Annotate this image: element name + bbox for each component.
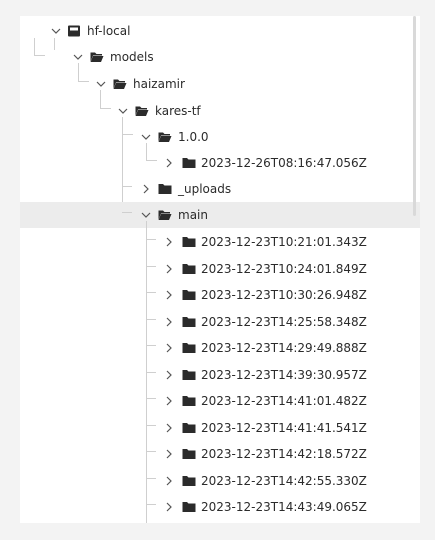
tree-node-label: 2023-12-23T14:41:41.541Z — [201, 421, 367, 435]
tree-node-hf-local[interactable]: hf-local — [20, 18, 420, 44]
tree-node-kares-tf[interactable]: kares-tf — [20, 90, 420, 124]
tree-node-label: haizamir — [133, 77, 185, 91]
tree-node-label: 2023-12-26T08:16:47.056Z — [201, 156, 367, 170]
folder-icon — [158, 184, 172, 194]
scrollbar-thumb[interactable] — [413, 16, 416, 216]
folder-open-icon — [135, 106, 149, 116]
chevron-right-icon[interactable] — [163, 236, 175, 248]
tree-node-label: 2023-12-23T14:41:01.482Z — [201, 394, 367, 408]
tree-node-main-child[interactable]: 2023-12-23T14:29:49.888Z — [20, 335, 420, 361]
tree-node-main-child[interactable]: 2023-12-23T10:24:01.849Z — [20, 256, 420, 282]
tree-node-label: 2023-12-23T14:39:30.957Z — [201, 368, 367, 382]
chevron-right-icon[interactable] — [163, 395, 175, 407]
tree-node-label: 2023-12-23T14:29:49.888Z — [201, 341, 367, 355]
file-tree-panel: hf-local models haizamir kares-tf 1.0.0 … — [20, 16, 420, 523]
tree-node-main-child[interactable]: 2023-12-23T14:42:55.330Z — [20, 468, 420, 494]
tree-node-label: 2023-12-23T14:25:58.348Z — [201, 315, 367, 329]
tree-node-label: 2023-12-23T10:30:26.948Z — [201, 288, 367, 302]
tree-node-main-child[interactable]: 2023-12-23T10:21:01.343Z — [20, 229, 420, 255]
folder-icon — [182, 317, 196, 327]
folder-icon — [182, 343, 196, 353]
file-tree: hf-local models haizamir kares-tf 1.0.0 … — [20, 16, 420, 523]
tree-node-label: hf-local — [87, 24, 131, 38]
tree-node-haizamir[interactable]: haizamir — [20, 63, 420, 97]
tree-node-main-child[interactable]: 2023-12-23T14:41:41.541Z — [20, 415, 420, 441]
folder-icon — [182, 370, 196, 380]
folder-icon — [182, 290, 196, 300]
folder-open-icon — [90, 52, 104, 62]
chevron-down-icon[interactable] — [117, 105, 129, 117]
chevron-right-icon[interactable] — [163, 289, 175, 301]
tree-node-label: kares-tf — [155, 104, 201, 118]
tree-node-label: _uploads — [178, 182, 232, 196]
chevron-right-icon[interactable] — [163, 263, 175, 275]
drive-icon — [68, 25, 80, 37]
tree-node-label: 2023-12-23T10:24:01.849Z — [201, 262, 367, 276]
tree-node-label: 2023-12-23T14:42:55.330Z — [201, 474, 367, 488]
folder-icon — [182, 449, 196, 459]
tree-node-uploads[interactable]: _uploads — [20, 176, 420, 202]
chevron-right-icon[interactable] — [163, 157, 175, 169]
tree-node-label: models — [110, 50, 154, 64]
chevron-right-icon[interactable] — [163, 501, 175, 513]
chevron-down-icon[interactable] — [140, 131, 152, 143]
chevron-right-icon[interactable] — [163, 422, 175, 434]
folder-open-icon — [158, 132, 172, 142]
folder-icon — [182, 158, 196, 168]
folder-open-icon — [113, 79, 127, 89]
chevron-right-icon[interactable] — [140, 183, 152, 195]
tree-node-main-child[interactable]: 2023-12-23T14:25:58.348Z — [20, 309, 420, 335]
tree-node-label: 2023-12-23T10:21:01.343Z — [201, 235, 367, 249]
tree-node-main[interactable]: main — [20, 202, 420, 228]
tree-node-main-child[interactable]: 2023-12-23T14:39:30.957Z — [20, 362, 420, 388]
tree-node-label: 2023-12-23T14:43:49.065Z — [201, 500, 367, 514]
folder-icon — [182, 396, 196, 406]
folder-icon — [182, 476, 196, 486]
chevron-down-icon[interactable] — [95, 78, 107, 90]
folder-icon — [182, 264, 196, 274]
tree-node-main-child[interactable]: 2023-12-23T14:43:49.065Z — [20, 494, 420, 520]
chevron-right-icon[interactable] — [163, 316, 175, 328]
folder-icon — [182, 237, 196, 247]
folder-icon — [182, 423, 196, 433]
tree-node-label: main — [178, 208, 208, 222]
chevron-right-icon[interactable] — [163, 369, 175, 381]
chevron-down-icon[interactable] — [50, 25, 62, 37]
tree-node-main-child[interactable]: 2023-12-23T10:30:26.948Z — [20, 282, 420, 308]
tree-node-main-child[interactable]: 2023-12-23T14:41:01.482Z — [20, 388, 420, 414]
tree-node-label: 2023-12-23T14:42:18.572Z — [201, 447, 367, 461]
chevron-down-icon[interactable] — [72, 51, 84, 63]
folder-icon — [182, 502, 196, 512]
folder-open-icon — [158, 210, 172, 220]
tree-node-version-folder[interactable]: 2023-12-26T08:16:47.056Z — [20, 143, 420, 176]
chevron-right-icon[interactable] — [163, 448, 175, 460]
tree-node-1-0-0[interactable]: 1.0.0 — [20, 117, 420, 150]
chevron-down-icon[interactable] — [140, 209, 152, 221]
chevron-right-icon[interactable] — [163, 475, 175, 487]
tree-node-main-child[interactable]: 2023-12-23T14:42:18.572Z — [20, 441, 420, 467]
chevron-right-icon[interactable] — [163, 342, 175, 354]
tree-node-label: 1.0.0 — [178, 130, 209, 144]
